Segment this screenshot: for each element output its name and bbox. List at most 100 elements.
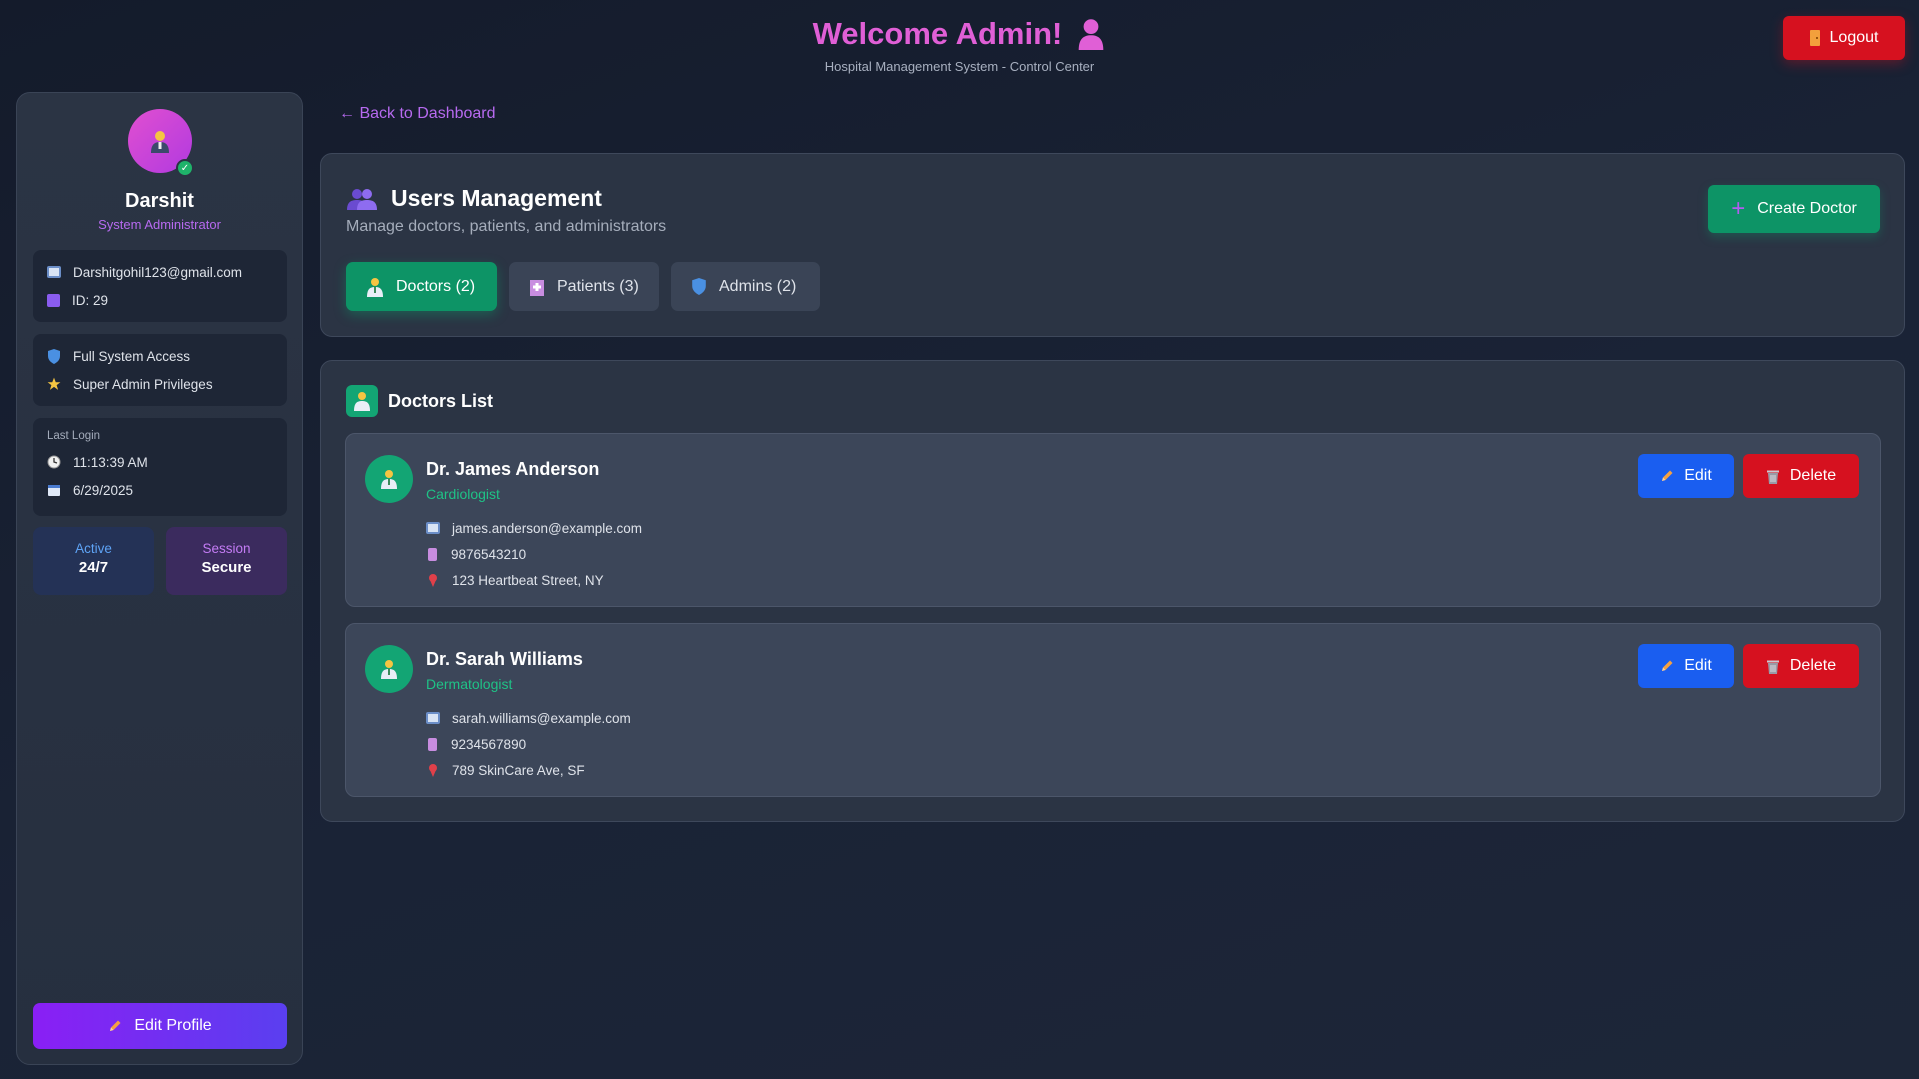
last-login-label: Last Login (47, 430, 101, 442)
doctor-name: Dr. James Anderson (426, 459, 600, 479)
doctors-list-panel: Doctors List Dr. James Anderson Cardiolo… (320, 360, 1905, 822)
admin-avatar-icon (151, 131, 169, 153)
page-title: Welcome Admin! (813, 16, 1107, 52)
create-doctor-button[interactable]: + Create Doctor (1708, 185, 1880, 233)
doctor-specialty: Dermatologist (426, 676, 513, 692)
clock-icon (47, 455, 61, 469)
last-login-card: Last Login 11:13:39 AM 6/29/2025 (33, 418, 287, 516)
user-icon (1079, 19, 1104, 50)
permissions-card: Full System Access Super Admin Privilege… (33, 334, 287, 406)
doctor-email-row: sarah.williams@example.com (426, 705, 631, 731)
doctor-avatar-icon (365, 455, 413, 503)
plus-icon: + (1731, 195, 1746, 222)
last-login-date-row: 6/29/2025 (47, 476, 273, 504)
online-status-icon: ✓ (176, 159, 194, 177)
calendar-icon (48, 485, 60, 496)
tab-label: Patients (3) (557, 277, 639, 295)
shield-icon (692, 278, 706, 295)
doctor-icon (346, 385, 378, 417)
users-icon (347, 188, 377, 210)
trash-icon (1766, 470, 1779, 484)
tab-doctors[interactable]: Doctors (2) (346, 262, 497, 311)
list-title-text: Doctors List (388, 390, 494, 411)
session-stat: Session Secure (166, 527, 287, 595)
doctor-email-row: james.anderson@example.com (426, 515, 642, 541)
logout-button[interactable]: Logout (1783, 16, 1905, 60)
permission-text: Super Admin Privileges (73, 376, 213, 392)
list-item: Dr. Sarah Williams Dermatologist sarah.w… (345, 623, 1881, 797)
id-row: ID: 29 (47, 286, 273, 314)
edit-profile-button[interactable]: Edit Profile (33, 1003, 287, 1049)
stat-value: 24/7 (78, 559, 109, 576)
doctor-phone-row: 9234567890 (426, 731, 631, 757)
profile-name: Darshit (125, 190, 194, 212)
doctor-phone-row: 9876543210 (426, 541, 642, 567)
stat-label: Active (75, 541, 112, 556)
edit-label: Edit (1684, 467, 1712, 484)
doctor-email: james.anderson@example.com (452, 520, 643, 536)
doctor-details: sarah.williams@example.com 9234567890 78… (426, 705, 631, 783)
email-icon (47, 266, 61, 278)
last-login-time-row: 11:13:39 AM (47, 448, 273, 476)
email-icon (426, 712, 440, 724)
user-type-tabs: Doctors (2) Patients (3) Admins (2) (346, 262, 820, 311)
logout-label: Logout (1829, 29, 1879, 46)
tab-admins[interactable]: Admins (2) (671, 262, 820, 311)
email-icon (426, 522, 440, 534)
pencil-icon (1662, 660, 1673, 671)
edit-profile-label: Edit Profile (134, 1017, 212, 1034)
doctor-specialty: Cardiologist (426, 486, 500, 502)
delete-doctor-button[interactable]: Delete (1743, 644, 1859, 688)
edit-doctor-button[interactable]: Edit (1638, 644, 1734, 688)
permission-row: Super Admin Privileges (47, 370, 273, 398)
doctor-name: Dr. Sarah Williams (426, 649, 583, 669)
location-pin-icon (429, 764, 437, 777)
doctor-address: 123 Heartbeat Street, NY (452, 572, 604, 588)
stat-value: Secure (201, 559, 252, 576)
trash-icon (1766, 660, 1779, 674)
id-text: ID: 29 (72, 292, 109, 308)
stat-label: Session (202, 541, 251, 556)
pencil-icon (1662, 470, 1673, 481)
phone-icon (428, 737, 437, 751)
star-icon (47, 377, 61, 390)
edit-doctor-button[interactable]: Edit (1638, 454, 1734, 498)
tab-label: Doctors (2) (396, 277, 476, 295)
delete-doctor-button[interactable]: Delete (1743, 454, 1859, 498)
doctor-avatar-icon (365, 645, 413, 693)
id-icon (47, 293, 60, 307)
list-item: Dr. James Anderson Cardiologist james.an… (345, 433, 1881, 607)
contact-card: Darshitgohil123@gmail.com ID: 29 (33, 250, 287, 322)
shield-icon (48, 348, 60, 364)
doctor-address: 789 SkinCare Ave, SF (452, 762, 585, 778)
doctor-address-row: 789 SkinCare Ave, SF (426, 757, 631, 783)
users-title-text: Users Management (391, 185, 602, 211)
edit-label: Edit (1684, 657, 1712, 674)
hospital-icon (530, 279, 544, 296)
last-login-date: 6/29/2025 (73, 482, 134, 498)
delete-label: Delete (1789, 657, 1837, 674)
avatar-wrap: ✓ (128, 109, 194, 177)
header-subtitle: Hospital Management System - Control Cen… (824, 59, 1095, 74)
tab-label: Admins (2) (719, 277, 797, 295)
doctor-address-row: 123 Heartbeat Street, NY (426, 567, 642, 593)
door-icon (1809, 30, 1820, 46)
doctor-email: sarah.williams@example.com (452, 710, 631, 726)
active-stat: Active 24/7 (33, 527, 154, 595)
tab-patients[interactable]: Patients (3) (509, 262, 659, 311)
header: Welcome Admin! Hospital Management Syste… (0, 0, 1919, 86)
permission-row: Full System Access (47, 342, 273, 370)
profile-role: System Administrator (98, 217, 221, 232)
section-title: Users Management (347, 185, 602, 212)
section-subtitle: Manage doctors, patients, and administra… (346, 218, 667, 235)
location-pin-icon (429, 574, 437, 587)
header-center: Welcome Admin! Hospital Management Syste… (0, 16, 1919, 74)
phone-icon (428, 547, 437, 561)
sidebar: ✓ Darshit System Administrator Darshitgo… (16, 92, 303, 1065)
welcome-title: Welcome Admin! (812, 16, 1063, 51)
pencil-icon (110, 1020, 121, 1031)
last-login-time: 11:13:39 AM (73, 454, 148, 470)
email-text: Darshitgohil123@gmail.com (73, 264, 243, 280)
doctor-details: james.anderson@example.com 9876543210 12… (426, 515, 642, 593)
back-to-dashboard-link[interactable]: ← Back to Dashboard (339, 105, 496, 123)
